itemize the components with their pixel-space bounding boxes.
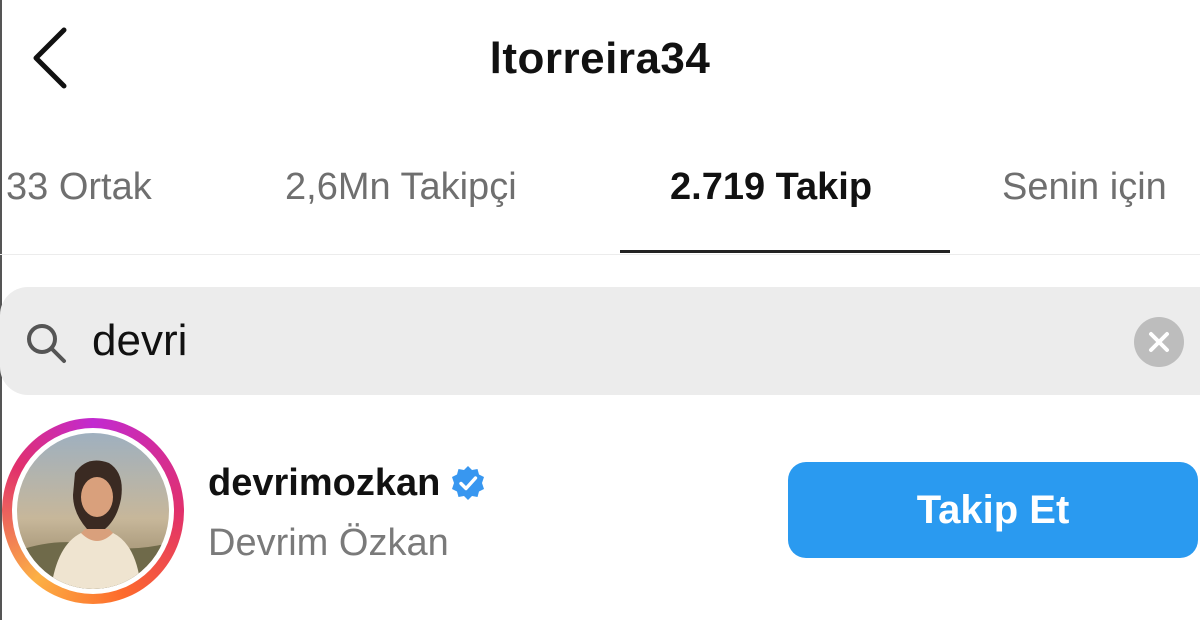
top-header: ltorreira34 [0,0,1200,120]
tab-mutual[interactable]: 33 Ortak [6,166,152,209]
search-result-item[interactable]: devrimozkan Devrim Özkan Takip Et [0,418,1200,608]
verified-badge-icon [452,466,485,500]
tab-divider [0,254,1200,255]
username-row: devrimozkan [208,458,486,508]
clear-icon [1149,332,1169,352]
profile-photo [17,433,169,589]
clear-search-button[interactable] [1134,317,1184,367]
tab-following[interactable]: 2.719 Takip [670,166,872,209]
result-full-name: Devrim Özkan [208,522,449,564]
tab-for-you[interactable]: Senin için [1002,166,1167,209]
tab-bar: 33 Ortak 2,6Mn Takipçi 2.719 Takip Senin… [0,140,1200,256]
page-title: ltorreira34 [489,34,711,83]
result-username[interactable]: devrimozkan [208,462,440,505]
story-ring[interactable] [2,418,184,604]
search-icon [27,324,66,363]
search-input[interactable] [92,309,1092,373]
tab-followers[interactable]: 2,6Mn Takipçi [285,166,517,209]
avatar[interactable] [12,428,174,594]
search-bar[interactable] [0,287,1200,395]
active-tab-indicator [620,250,950,253]
follow-button[interactable]: Takip Et [788,462,1198,558]
